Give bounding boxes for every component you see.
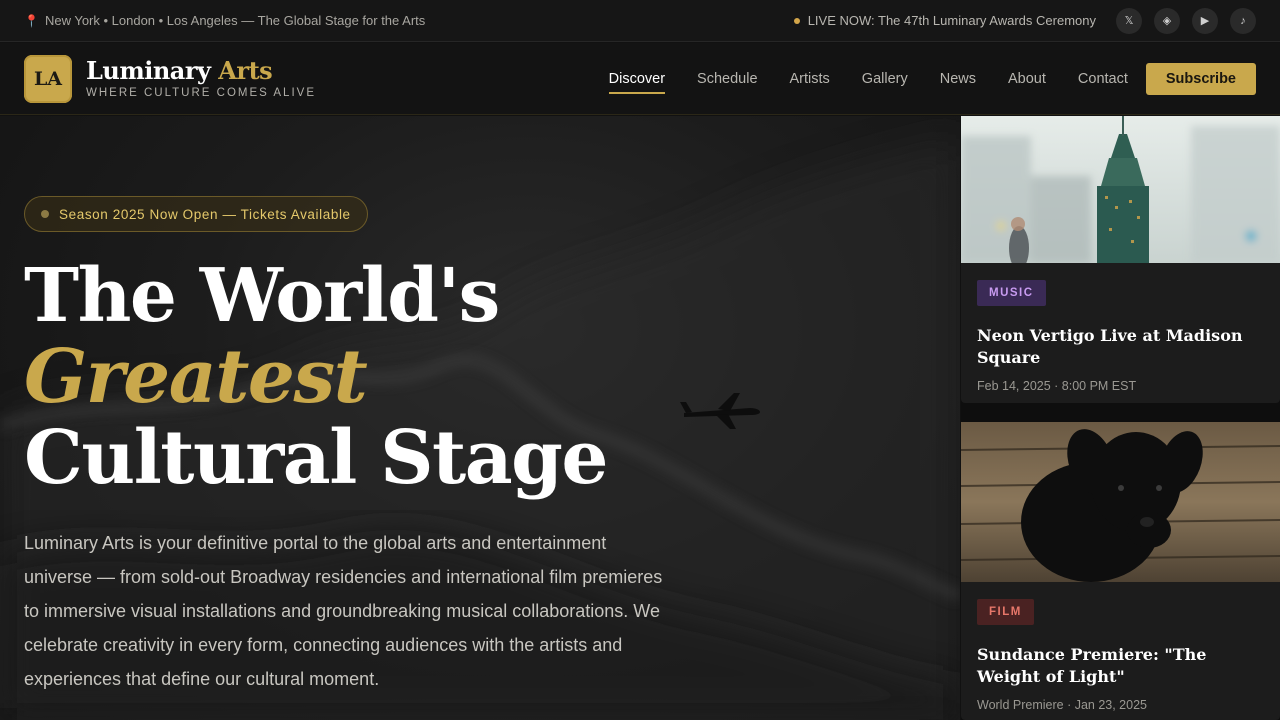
brand[interactable]: Luminary Arts WHERE CULTURE COMES ALIVE: [86, 58, 316, 100]
subscribe-button[interactable]: Subscribe: [1145, 62, 1256, 95]
social-links: 𝕏 ◈ ▶ ♪: [1116, 7, 1256, 34]
site-header: LA Luminary Arts WHERE CULTURE COMES ALI…: [0, 43, 1280, 115]
nav-schedule[interactable]: Schedule: [697, 65, 757, 93]
event-card-image-city: [961, 116, 1280, 263]
live-now-banner[interactable]: LIVE NOW: The 47th Luminary Awards Cerem…: [793, 13, 1096, 28]
hero-description: Luminary Arts is your definitive portal …: [24, 533, 663, 689]
headline-line-1: The World's: [24, 253, 500, 339]
hero-headline: The World's Greatest Cultural Stage: [24, 253, 609, 501]
map-pin-icon: 📍: [24, 13, 39, 28]
logo-mark[interactable]: LA: [24, 54, 72, 103]
category-tag-music[interactable]: MUSIC: [977, 280, 1046, 306]
event-card-title[interactable]: Neon Vertigo Live at Madison Square: [977, 325, 1264, 369]
top-info-bar: 📍 New York • London • Los Angeles — The …: [0, 0, 1280, 42]
instagram-icon[interactable]: ◈: [1154, 7, 1180, 34]
brand-tagline: WHERE CULTURE COMES ALIVE: [86, 87, 316, 99]
locations-line: 📍 New York • London • Los Angeles — The …: [24, 13, 425, 28]
nav-about[interactable]: About: [1008, 65, 1046, 93]
brand-name-accent: Arts: [218, 56, 273, 85]
nav-artists[interactable]: Artists: [790, 65, 830, 93]
nav-contact[interactable]: Contact: [1078, 65, 1128, 93]
brand-name-main: Luminary: [86, 56, 211, 85]
featured-events-sidebar: MUSIC Neon Vertigo Live at Madison Squar…: [961, 116, 1280, 720]
youtube-icon[interactable]: ▶: [1192, 7, 1218, 34]
hero-section: Season 2025 Now Open — Tickets Available…: [0, 116, 960, 720]
live-dot-icon: [793, 17, 800, 24]
x-icon[interactable]: 𝕏: [1116, 7, 1142, 34]
event-card-title[interactable]: Sundance Premiere: "The Weight of Light": [977, 644, 1264, 688]
event-card[interactable]: FILM Sundance Premiere: "The Weight of L…: [961, 422, 1280, 720]
event-card-meta: Feb 14, 2025 · 8:00 PM EST: [977, 379, 1137, 393]
main-nav: Discover Schedule Artists Gallery News A…: [577, 62, 1256, 95]
headline-line-3: Cultural Stage: [24, 415, 609, 501]
nav-gallery[interactable]: Gallery: [862, 65, 908, 93]
tiktok-icon[interactable]: ♪: [1230, 7, 1256, 34]
season-badge[interactable]: Season 2025 Now Open — Tickets Available: [24, 196, 368, 232]
live-now-text: LIVE NOW: The 47th Luminary Awards Cerem…: [807, 13, 1096, 28]
event-card-image-dog: [961, 422, 1280, 582]
badge-dot-icon: [41, 210, 49, 218]
brand-name: Luminary Arts: [86, 58, 316, 84]
headline-line-2: Greatest: [24, 334, 368, 420]
category-tag-film[interactable]: FILM: [977, 599, 1034, 625]
season-badge-text: Season 2025 Now Open — Tickets Available: [59, 206, 351, 222]
nav-discover[interactable]: Discover: [608, 65, 666, 94]
locations-text: New York • London • Los Angeles — The Gl…: [44, 13, 426, 28]
event-card-meta: World Premiere · Jan 23, 2025: [977, 698, 1147, 712]
nav-news[interactable]: News: [940, 65, 976, 93]
event-card[interactable]: MUSIC Neon Vertigo Live at Madison Squar…: [961, 116, 1280, 403]
